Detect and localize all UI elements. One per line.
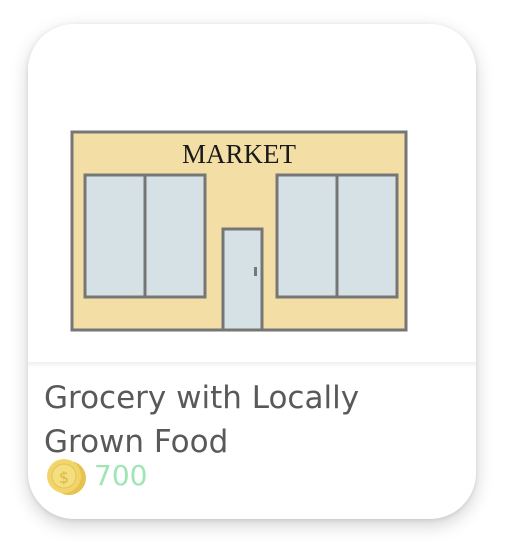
item-title: Grocery with Locally Grown Food — [44, 380, 360, 460]
price-value: 700 — [94, 459, 148, 492]
door-handle — [254, 267, 257, 276]
door — [221, 227, 264, 332]
price-row: $ 700 — [44, 458, 148, 495]
card-divider — [28, 362, 476, 368]
coin-icon: $ — [47, 459, 86, 495]
item-card[interactable]: MARKET Grocery with Locally Grown Food $… — [28, 24, 476, 519]
market-building-image: MARKET — [70, 130, 408, 332]
svg-text:$: $ — [59, 468, 69, 487]
market-illustration: MARKET — [28, 24, 476, 364]
market-sign: MARKET — [182, 139, 297, 169]
